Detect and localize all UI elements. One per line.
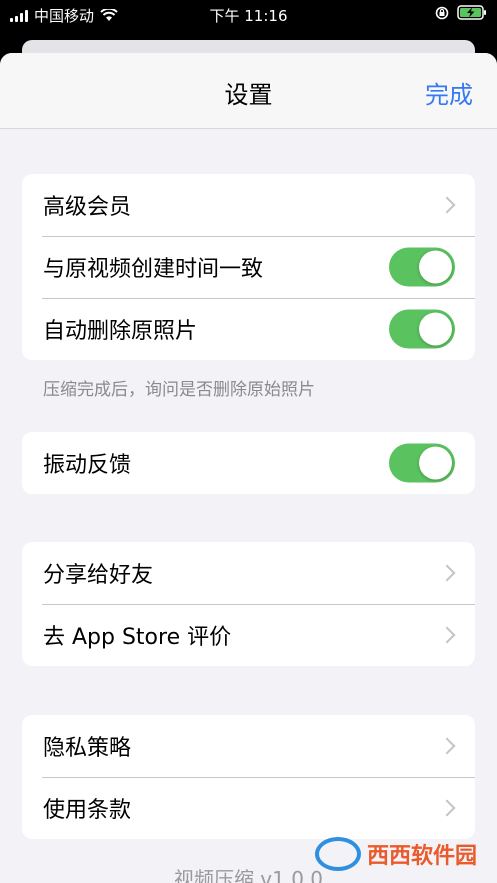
toggle-knob xyxy=(419,446,452,480)
page-title: 设置 xyxy=(224,81,273,109)
auto-delete-row: 自动删除原照片 xyxy=(22,298,475,360)
premium-label: 高级会员 xyxy=(43,195,132,220)
toggle-knob xyxy=(419,250,452,284)
chevron-right-icon xyxy=(438,196,456,214)
rate-label: 去 App Store 评价 xyxy=(43,625,232,650)
settings-group-legal: 隐私策略 使用条款 xyxy=(22,715,475,839)
done-button[interactable]: 完成 xyxy=(425,75,473,110)
watermark: 西西软件园 xyxy=(314,837,477,871)
haptic-row: 振动反馈 xyxy=(22,432,475,494)
terms-label: 使用条款 xyxy=(43,798,132,823)
auto-delete-label: 自动删除原照片 xyxy=(43,319,198,344)
nav-bar: 设置 完成 xyxy=(0,53,497,129)
battery-charging-icon xyxy=(457,5,486,20)
watermark-text: 西西软件园 xyxy=(366,844,477,869)
keep-time-toggle[interactable] xyxy=(389,247,455,287)
privacy-label: 隐私策略 xyxy=(43,736,132,761)
auto-delete-toggle[interactable] xyxy=(389,309,455,349)
rate-row[interactable]: 去 App Store 评价 xyxy=(22,604,475,666)
status-time: 下午 11:16 xyxy=(209,7,288,25)
settings-group-general: 高级会员 与原视频创建时间一致 自动删除原照片 xyxy=(22,174,475,360)
settings-sheet: 设置 完成 高级会员 与原视频创建时间一致 自动删除原照片 压缩完成后，询问是否… xyxy=(0,53,497,883)
haptic-label: 振动反馈 xyxy=(43,453,132,478)
chevron-right-icon xyxy=(438,737,456,755)
haptic-toggle[interactable] xyxy=(389,443,455,483)
share-row[interactable]: 分享给好友 xyxy=(22,542,475,604)
chevron-right-icon xyxy=(438,799,456,817)
premium-row[interactable]: 高级会员 xyxy=(22,174,475,236)
auto-delete-footnote: 压缩完成后，询问是否删除原始照片 xyxy=(43,380,315,400)
toggle-knob xyxy=(419,312,452,346)
privacy-row[interactable]: 隐私策略 xyxy=(22,715,475,777)
settings-group-share: 分享给好友 去 App Store 评价 xyxy=(22,542,475,666)
keep-time-label: 与原视频创建时间一致 xyxy=(43,257,264,282)
settings-group-haptic: 振动反馈 xyxy=(22,432,475,494)
chevron-right-icon xyxy=(438,564,456,582)
status-bar: 中国移动 下午 11:16 xyxy=(0,0,497,28)
chevron-right-icon xyxy=(438,626,456,644)
watermark-logo-icon xyxy=(314,837,361,871)
status-right xyxy=(435,5,487,20)
terms-row[interactable]: 使用条款 xyxy=(22,777,475,839)
keep-time-row: 与原视频创建时间一致 xyxy=(22,236,475,298)
orientation-lock-icon xyxy=(435,6,449,19)
share-label: 分享给好友 xyxy=(43,563,154,588)
